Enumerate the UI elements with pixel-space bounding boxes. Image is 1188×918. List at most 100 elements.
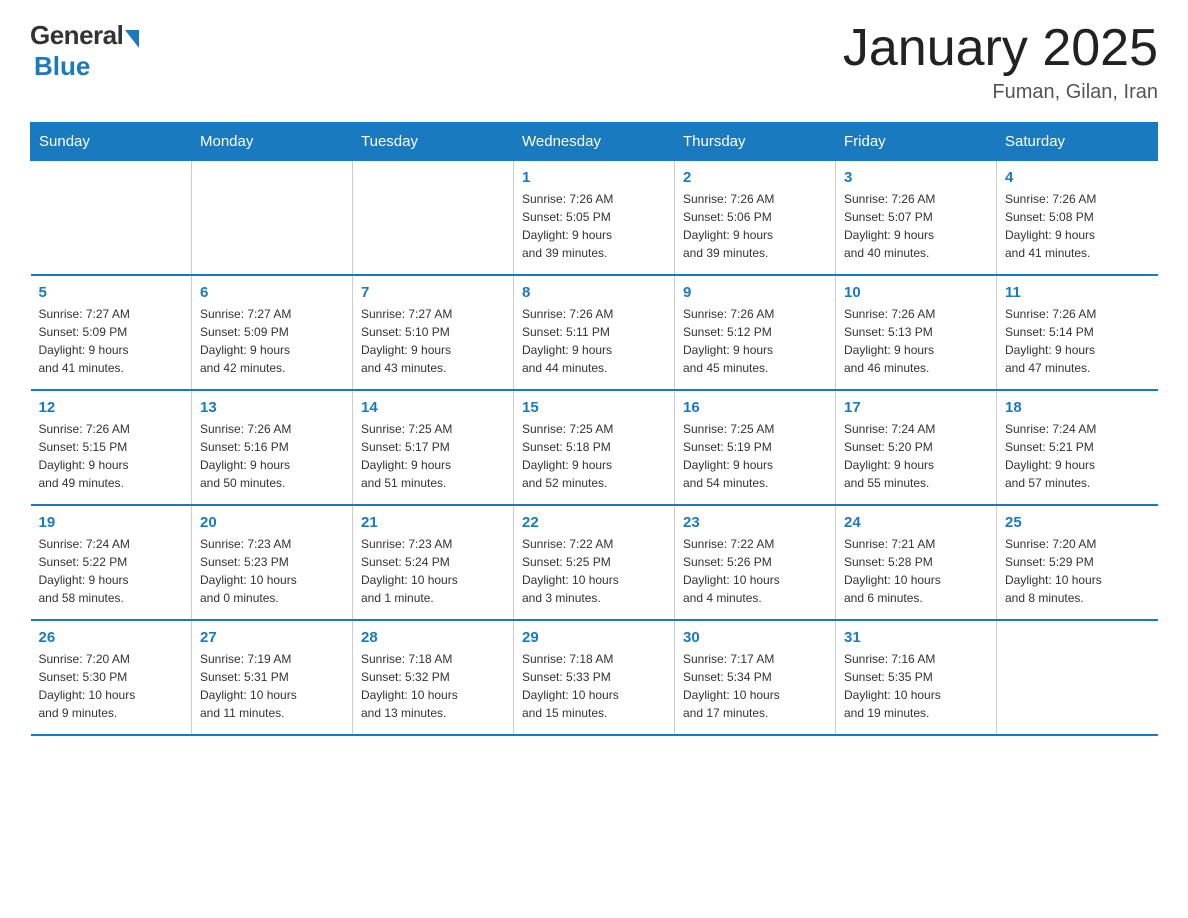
calendar-subtitle: Fuman, Gilan, Iran — [843, 81, 1158, 104]
calendar-cell: 23 Sunrise: 7:22 AM Sunset: 5:26 PM Dayli… — [675, 505, 836, 620]
week-row-2: 12 Sunrise: 7:26 AM Sunset: 5:15 PM Dayli… — [31, 390, 1158, 505]
title-block: January 2025 Fuman, Gilan, Iran — [843, 20, 1158, 104]
calendar-cell: 3 Sunrise: 7:26 AM Sunset: 5:07 PM Daylig… — [836, 161, 997, 276]
day-info: Sunrise: 7:22 AM Sunset: 5:25 PM Dayligh… — [522, 535, 666, 607]
logo-blue-text: Blue — [30, 51, 90, 82]
day-number: 5 — [39, 284, 184, 301]
calendar-cell: 27Sunrise: 7:19 AM Sunset: 5:31 PM Dayli… — [192, 620, 353, 735]
day-number: 24 — [844, 514, 988, 531]
day-info: Sunrise: 7:26 AM Sunset: 5:13 PM Dayligh… — [844, 305, 988, 377]
calendar-cell: 5 Sunrise: 7:27 AM Sunset: 5:09 PM Daylig… — [31, 275, 192, 390]
header-day-sunday: Sunday — [31, 123, 192, 161]
day-info: Sunrise: 7:18 AM Sunset: 5:32 PM Dayligh… — [361, 650, 505, 722]
calendar-cell: 9 Sunrise: 7:26 AM Sunset: 5:12 PM Daylig… — [675, 275, 836, 390]
day-info: Sunrise: 7:26 AM Sunset: 5:15 PM Dayligh… — [39, 420, 184, 492]
day-info: Sunrise: 7:19 AM Sunset: 5:31 PM Dayligh… — [200, 650, 344, 722]
calendar-cell: 24Sunrise: 7:21 AM Sunset: 5:28 PM Dayli… — [836, 505, 997, 620]
calendar-cell: 18Sunrise: 7:24 AM Sunset: 5:21 PM Dayli… — [997, 390, 1158, 505]
day-number: 3 — [844, 169, 988, 186]
day-number: 12 — [39, 399, 184, 416]
day-info: Sunrise: 7:24 AM Sunset: 5:22 PM Dayligh… — [39, 535, 184, 607]
day-info: Sunrise: 7:18 AM Sunset: 5:33 PM Dayligh… — [522, 650, 666, 722]
calendar-cell: 22 Sunrise: 7:22 AM Sunset: 5:25 PM Dayli… — [514, 505, 675, 620]
calendar-cell: 7 Sunrise: 7:27 AM Sunset: 5:10 PM Daylig… — [353, 275, 514, 390]
day-info: Sunrise: 7:16 AM Sunset: 5:35 PM Dayligh… — [844, 650, 988, 722]
day-number: 28 — [361, 629, 505, 646]
day-number: 20 — [200, 514, 344, 531]
calendar-cell: 30 Sunrise: 7:17 AM Sunset: 5:34 PM Dayli… — [675, 620, 836, 735]
calendar-cell: 11Sunrise: 7:26 AM Sunset: 5:14 PM Dayli… — [997, 275, 1158, 390]
calendar-cell: 19 Sunrise: 7:24 AM Sunset: 5:22 PM Dayli… — [31, 505, 192, 620]
day-number: 23 — [683, 514, 827, 531]
day-info: Sunrise: 7:25 AM Sunset: 5:18 PM Dayligh… — [522, 420, 666, 492]
day-number: 13 — [200, 399, 344, 416]
day-number: 9 — [683, 284, 827, 301]
header-day-monday: Monday — [192, 123, 353, 161]
week-row-1: 5 Sunrise: 7:27 AM Sunset: 5:09 PM Daylig… — [31, 275, 1158, 390]
calendar-cell: 6Sunrise: 7:27 AM Sunset: 5:09 PM Daylig… — [192, 275, 353, 390]
calendar-cell: 15Sunrise: 7:25 AM Sunset: 5:18 PM Dayli… — [514, 390, 675, 505]
calendar-cell — [31, 161, 192, 276]
calendar-title: January 2025 — [843, 20, 1158, 77]
calendar-table: SundayMondayTuesdayWednesdayThursdayFrid… — [30, 122, 1158, 736]
day-number: 16 — [683, 399, 827, 416]
day-info: Sunrise: 7:25 AM Sunset: 5:17 PM Dayligh… — [361, 420, 505, 492]
logo: General Blue — [30, 20, 139, 82]
calendar-cell: 2 Sunrise: 7:26 AM Sunset: 5:06 PM Daylig… — [675, 161, 836, 276]
week-row-0: 1Sunrise: 7:26 AM Sunset: 5:05 PM Daylig… — [31, 161, 1158, 276]
header-day-friday: Friday — [836, 123, 997, 161]
day-number: 22 — [522, 514, 666, 531]
logo-general-text: General — [30, 20, 123, 51]
day-info: Sunrise: 7:26 AM Sunset: 5:06 PM Dayligh… — [683, 190, 827, 262]
day-number: 31 — [844, 629, 988, 646]
calendar-cell: 14Sunrise: 7:25 AM Sunset: 5:17 PM Dayli… — [353, 390, 514, 505]
week-row-4: 26Sunrise: 7:20 AM Sunset: 5:30 PM Dayli… — [31, 620, 1158, 735]
calendar-cell: 8 Sunrise: 7:26 AM Sunset: 5:11 PM Daylig… — [514, 275, 675, 390]
day-number: 19 — [39, 514, 184, 531]
day-info: Sunrise: 7:27 AM Sunset: 5:09 PM Dayligh… — [39, 305, 184, 377]
day-number: 29 — [522, 629, 666, 646]
day-info: Sunrise: 7:26 AM Sunset: 5:14 PM Dayligh… — [1005, 305, 1150, 377]
day-info: Sunrise: 7:26 AM Sunset: 5:07 PM Dayligh… — [844, 190, 988, 262]
header-row: SundayMondayTuesdayWednesdayThursdayFrid… — [31, 123, 1158, 161]
day-number: 4 — [1005, 169, 1150, 186]
day-info: Sunrise: 7:26 AM Sunset: 5:16 PM Dayligh… — [200, 420, 344, 492]
calendar-cell: 12 Sunrise: 7:26 AM Sunset: 5:15 PM Dayli… — [31, 390, 192, 505]
day-number: 2 — [683, 169, 827, 186]
day-number: 25 — [1005, 514, 1150, 531]
calendar-cell: 26Sunrise: 7:20 AM Sunset: 5:30 PM Dayli… — [31, 620, 192, 735]
day-info: Sunrise: 7:26 AM Sunset: 5:11 PM Dayligh… — [522, 305, 666, 377]
calendar-cell: 25 Sunrise: 7:20 AM Sunset: 5:29 PM Dayli… — [997, 505, 1158, 620]
calendar-cell: 20 Sunrise: 7:23 AM Sunset: 5:23 PM Dayli… — [192, 505, 353, 620]
header-day-saturday: Saturday — [997, 123, 1158, 161]
calendar-cell: 17 Sunrise: 7:24 AM Sunset: 5:20 PM Dayli… — [836, 390, 997, 505]
calendar-cell: 4Sunrise: 7:26 AM Sunset: 5:08 PM Daylig… — [997, 161, 1158, 276]
day-number: 7 — [361, 284, 505, 301]
day-number: 30 — [683, 629, 827, 646]
day-number: 21 — [361, 514, 505, 531]
day-info: Sunrise: 7:27 AM Sunset: 5:10 PM Dayligh… — [361, 305, 505, 377]
day-info: Sunrise: 7:24 AM Sunset: 5:20 PM Dayligh… — [844, 420, 988, 492]
header-day-wednesday: Wednesday — [514, 123, 675, 161]
calendar-cell: 1Sunrise: 7:26 AM Sunset: 5:05 PM Daylig… — [514, 161, 675, 276]
day-number: 6 — [200, 284, 344, 301]
day-info: Sunrise: 7:26 AM Sunset: 5:12 PM Dayligh… — [683, 305, 827, 377]
calendar-cell: 28 Sunrise: 7:18 AM Sunset: 5:32 PM Dayli… — [353, 620, 514, 735]
day-info: Sunrise: 7:20 AM Sunset: 5:29 PM Dayligh… — [1005, 535, 1150, 607]
day-number: 18 — [1005, 399, 1150, 416]
calendar-cell: 21Sunrise: 7:23 AM Sunset: 5:24 PM Dayli… — [353, 505, 514, 620]
day-number: 17 — [844, 399, 988, 416]
day-number: 8 — [522, 284, 666, 301]
calendar-cell: 13 Sunrise: 7:26 AM Sunset: 5:16 PM Dayli… — [192, 390, 353, 505]
week-row-3: 19 Sunrise: 7:24 AM Sunset: 5:22 PM Dayli… — [31, 505, 1158, 620]
day-info: Sunrise: 7:25 AM Sunset: 5:19 PM Dayligh… — [683, 420, 827, 492]
day-info: Sunrise: 7:17 AM Sunset: 5:34 PM Dayligh… — [683, 650, 827, 722]
header-day-thursday: Thursday — [675, 123, 836, 161]
calendar-cell — [997, 620, 1158, 735]
day-number: 10 — [844, 284, 988, 301]
calendar-cell — [192, 161, 353, 276]
day-info: Sunrise: 7:23 AM Sunset: 5:23 PM Dayligh… — [200, 535, 344, 607]
day-info: Sunrise: 7:22 AM Sunset: 5:26 PM Dayligh… — [683, 535, 827, 607]
calendar-cell: 16 Sunrise: 7:25 AM Sunset: 5:19 PM Dayli… — [675, 390, 836, 505]
calendar-cell: 10 Sunrise: 7:26 AM Sunset: 5:13 PM Dayli… — [836, 275, 997, 390]
